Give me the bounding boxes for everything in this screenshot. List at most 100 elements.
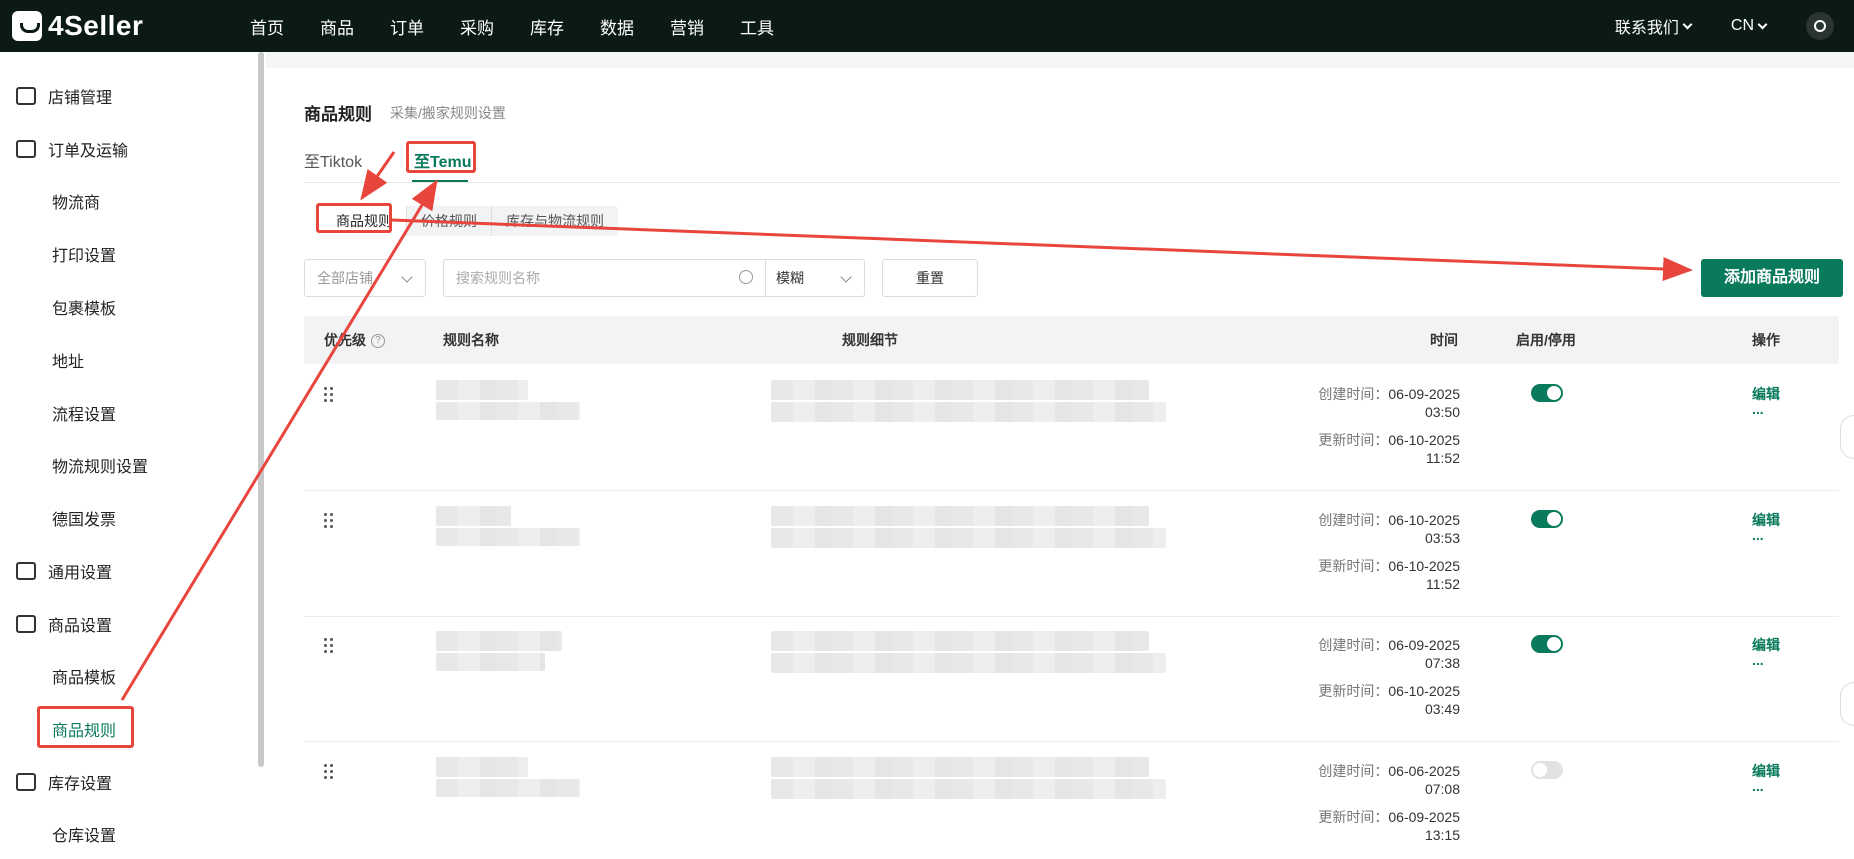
sidebar-item-inventory-settings[interactable]: 库存设置 <box>0 762 250 802</box>
redacted-rule-detail <box>771 528 1166 548</box>
settings-gear-icon[interactable] <box>1806 12 1834 40</box>
created-clock: 07:08 <box>1424 781 1460 797</box>
help-icon[interactable]: ? <box>371 334 385 349</box>
sidebar-item-order-shipping[interactable]: 订单及运输 <box>0 129 250 169</box>
rule-search-input[interactable]: 搜索规则名称 <box>443 259 766 297</box>
updated-time: 更新时间：06-10-2025 03:49 <box>1284 682 1460 718</box>
redacted-rule-name <box>436 402 580 420</box>
updated-time-label: 更新时间： <box>1318 558 1389 574</box>
upload-box-icon <box>16 615 36 633</box>
nav-home[interactable]: 首页 <box>232 14 302 39</box>
drag-handle-icon[interactable] <box>324 387 334 403</box>
nav-data[interactable]: 数据 <box>582 14 652 39</box>
sidebar-item-flow-settings[interactable]: 流程设置 <box>0 393 250 433</box>
table-row: 创建时间：06-06-2025 07:08 更新时间：06-09-2025 13:1… <box>304 742 1839 859</box>
created-time-label: 创建时间： <box>1318 512 1389 528</box>
sidebar-item-print-settings[interactable]: 打印设置 <box>0 234 250 274</box>
more-actions-link[interactable]: ... <box>1752 652 1764 668</box>
enable-toggle[interactable] <box>1531 384 1563 402</box>
col-time: 时间 <box>1430 332 1458 348</box>
sidebar-item-store-mgmt[interactable]: 店铺管理 <box>0 76 250 116</box>
nav-purchasing[interactable]: 采购 <box>442 14 512 39</box>
search-icon[interactable] <box>739 270 753 284</box>
annotation-highlight-box <box>406 141 476 173</box>
sidebar-scrollbar[interactable] <box>258 52 264 767</box>
enable-toggle[interactable] <box>1531 635 1563 653</box>
reset-button[interactable]: 重置 <box>882 259 978 297</box>
created-clock: 03:53 <box>1424 530 1460 546</box>
created-time: 创建时间：06-09-2025 03:50 <box>1284 385 1460 421</box>
drag-handle-icon[interactable] <box>324 638 334 654</box>
redacted-rule-name <box>436 631 562 651</box>
subtab-inventory-logistics-rules[interactable]: 库存与物流规则 <box>492 206 618 236</box>
sidebar-item-general-settings[interactable]: 通用设置 <box>0 551 250 591</box>
created-time: 创建时间：06-10-2025 03:53 <box>1284 511 1460 547</box>
col-action: 操作 <box>1752 332 1780 348</box>
tab-tiktok[interactable]: 至Tiktok <box>304 148 362 172</box>
contact-us-dropdown[interactable]: 联系我们 <box>1615 14 1693 38</box>
top-right-actions: 联系我们 CN <box>1615 0 1854 52</box>
store-select[interactable]: 全部店铺 <box>304 259 426 297</box>
tabs-divider <box>304 182 1839 183</box>
sidebar-item-package-template[interactable]: 包裹模板 <box>0 287 250 327</box>
redacted-rule-detail <box>771 631 1149 651</box>
nav-marketing[interactable]: 营销 <box>652 14 722 39</box>
nav-tools[interactable]: 工具 <box>722 14 792 39</box>
col-rule-name: 规则名称 <box>443 332 499 348</box>
sidebar-item-label: 打印设置 <box>52 248 117 265</box>
drag-handle-icon[interactable] <box>324 513 334 529</box>
match-mode-select[interactable]: 模糊 <box>765 259 865 297</box>
chevron-down-icon <box>840 271 852 283</box>
annotation-highlight-box <box>37 706 134 748</box>
sidebar-item-address[interactable]: 地址 <box>0 340 250 380</box>
sidebar-item-label: 库存设置 <box>48 776 113 793</box>
chevron-down-icon <box>1757 19 1768 29</box>
drag-handle-icon[interactable] <box>324 764 334 780</box>
redacted-rule-detail <box>771 506 1149 526</box>
updated-time: 更新时间：06-10-2025 11:52 <box>1284 557 1460 593</box>
nav-products[interactable]: 商品 <box>302 14 372 39</box>
language-dropdown[interactable]: CN <box>1730 17 1768 35</box>
nav-inventory[interactable]: 库存 <box>512 14 582 39</box>
sidebar-item-logistics[interactable]: 物流商 <box>0 181 250 221</box>
sidebar-item-product-template[interactable]: 商品模板 <box>0 656 250 696</box>
subtab-price-rules[interactable]: 价格规则 <box>407 206 492 236</box>
match-mode-value: 模糊 <box>776 270 804 286</box>
more-actions-link[interactable]: ... <box>1752 527 1764 543</box>
nav-orders[interactable]: 订单 <box>372 14 442 39</box>
search-placeholder: 搜索规则名称 <box>456 270 540 286</box>
sidebar-item-product-settings[interactable]: 商品设置 <box>0 604 250 644</box>
col-priority: 优先级? <box>324 316 385 364</box>
floating-panel-handle[interactable] <box>1840 682 1854 726</box>
top-nav-bar: 4Seller 首页 商品 订单 采购 库存 数据 营销 工具 联系我们 CN <box>0 0 1854 52</box>
created-time: 创建时间：06-06-2025 07:08 <box>1284 762 1460 798</box>
add-product-rule-button[interactable]: 添加商品规则 <box>1701 259 1843 297</box>
sidebar-item-logistics-rules[interactable]: 物流规则设置 <box>0 445 250 485</box>
sidebar-item-de-invoice[interactable]: 德国发票 <box>0 498 250 538</box>
updated-date: 06-09-2025 <box>1388 809 1460 825</box>
table-row: 创建时间：06-10-2025 03:53 更新时间：06-10-2025 11:5… <box>304 491 1839 617</box>
redacted-rule-name <box>436 528 580 546</box>
brand-name: 4Seller <box>48 10 144 41</box>
main-nav: 首页 商品 订单 采购 库存 数据 营销 工具 <box>232 14 792 39</box>
printer-icon <box>16 562 36 580</box>
enable-toggle[interactable] <box>1531 761 1563 779</box>
clipboard-icon <box>16 140 36 158</box>
enable-toggle[interactable] <box>1531 510 1563 528</box>
floating-panel-handle[interactable] <box>1840 415 1854 459</box>
chevron-down-icon <box>401 271 413 283</box>
sidebar-item-warehouse-settings[interactable]: 仓库设置 <box>0 814 250 854</box>
more-actions-link[interactable]: ... <box>1752 778 1764 794</box>
table-row: 创建时间：06-09-2025 03:50 更新时间：06-10-2025 11:5… <box>304 365 1839 491</box>
sidebar: 店铺管理 订单及运输 物流商 打印设置 包裹模板 地址 流程设置 物流规则设置 … <box>0 52 266 859</box>
sidebar-item-label: 通用设置 <box>48 565 113 582</box>
store-select-value: 全部店铺 <box>317 270 373 286</box>
updated-time-label: 更新时间： <box>1318 809 1389 825</box>
redacted-rule-detail <box>771 757 1149 777</box>
sidebar-item-label: 订单及运输 <box>48 143 129 160</box>
brand-logo[interactable]: 4Seller <box>12 10 232 42</box>
language-label: CN <box>1730 17 1754 34</box>
updated-clock: 03:49 <box>1424 701 1460 717</box>
more-actions-link[interactable]: ... <box>1752 401 1764 417</box>
updated-clock: 11:52 <box>1426 576 1460 592</box>
